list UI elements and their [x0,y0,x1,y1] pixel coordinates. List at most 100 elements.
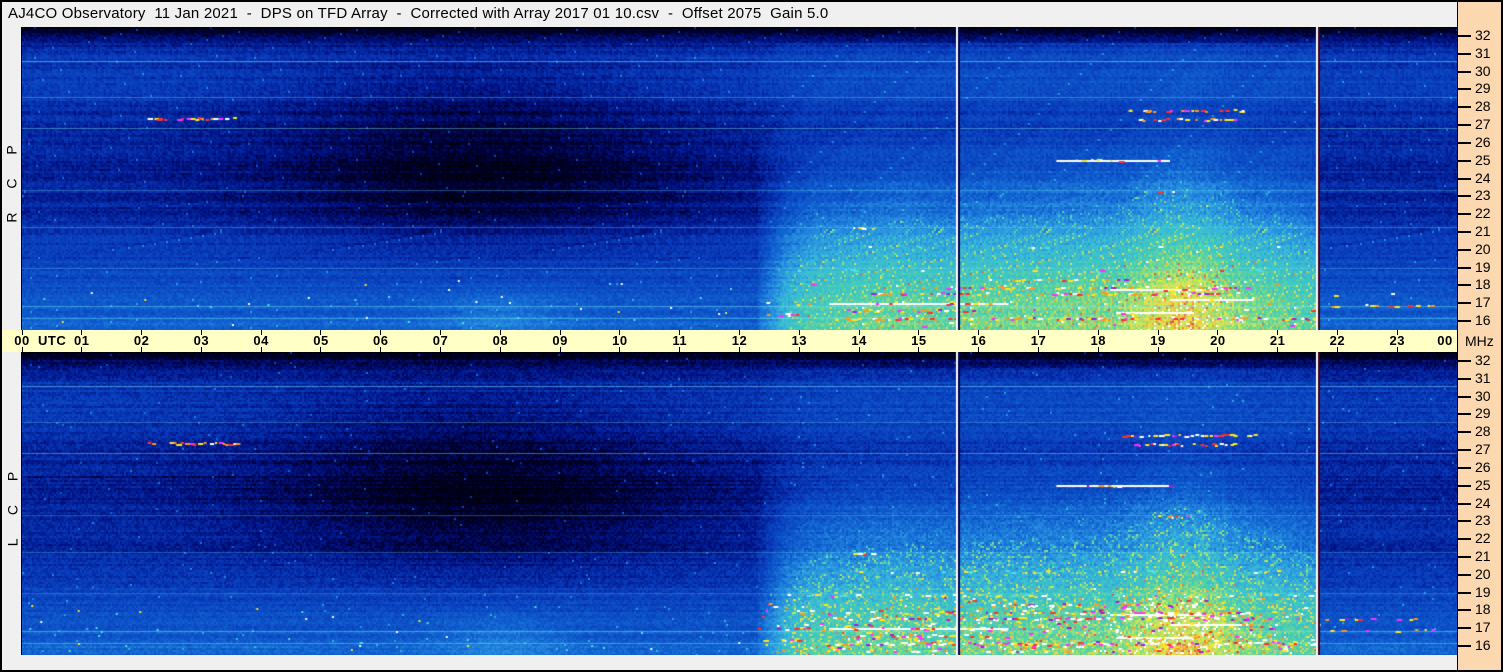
freq-tick-label: 16 [1475,312,1491,328]
lcp-spectrogram [21,352,1457,655]
time-tick-label: 05 [313,333,329,348]
freq-tick [1458,35,1471,37]
freq-tick [1458,360,1471,362]
time-tick-label: 04 [253,333,269,348]
freq-tick [1458,284,1471,286]
freq-tick-label: 26 [1475,134,1491,150]
freq-tick [1458,574,1471,576]
freq-tick-label: 28 [1475,98,1491,114]
freq-tick [1458,538,1471,540]
time-tick-label: 17 [1030,333,1047,348]
frequency-scale-rcp: 32 31 30 29 28 27 26 25 24 23 22 21 20 19 18 17 16 [1458,27,1501,330]
lcp-polarization-label: L C P [4,461,20,546]
time-tick-label: 06 [373,333,389,348]
time-tick-label: 22 [1329,333,1346,348]
time-tick-label: 03 [193,333,210,348]
freq-tick [1458,592,1471,594]
time-tick-label: 07 [432,333,449,348]
time-axis: 00 01 02 03 04 05 06 07 08 09 10 11 12 13 14 15 16 17 18 19… [2,330,1458,352]
freq-tick-label: 16 [1475,637,1491,653]
freq-tick [1458,520,1471,522]
time-tick-label: 16 [970,333,987,348]
freq-tick-label: 25 [1475,152,1491,168]
rcp-spectrogram [21,27,1457,330]
freq-tick-label: 19 [1475,584,1491,600]
freq-tick [1458,431,1471,433]
freq-tick [1458,413,1471,415]
freq-tick-label: 24 [1475,495,1491,511]
time-tick-label: 19 [1150,333,1166,348]
rcp-polarization-label: R C P [4,134,20,223]
time-tick-label: 08 [492,333,509,348]
freq-tick [1458,627,1471,629]
freq-tick [1458,267,1471,269]
freq-tick [1458,106,1471,108]
freq-tick-label: 27 [1475,116,1491,132]
freq-tick [1458,609,1471,611]
app-window: AJ4CO Observatory 11 Jan 2021 - DPS on T… [0,0,1503,672]
freq-tick [1458,231,1471,233]
freq-tick [1458,302,1471,304]
freq-tick-label: 27 [1475,441,1491,457]
frequency-scale-lcp: 32 31 30 29 28 27 26 25 24 23 22 21 20 19 18 17 16 [1458,352,1501,655]
freq-tick [1458,396,1471,398]
freq-tick [1458,53,1471,55]
time-tick-label: 14 [851,333,867,348]
freq-tick [1458,320,1471,322]
title-bar: AJ4CO Observatory 11 Jan 2021 - DPS on T… [2,2,1457,26]
time-unit-label: UTC [38,333,67,348]
freq-tick-label: 21 [1475,548,1491,564]
freq-tick [1458,503,1471,505]
freq-tick [1458,378,1471,380]
frequency-unit-label: MHz [1465,333,1494,349]
time-tick-label: 01 [74,333,90,348]
freq-tick [1458,213,1471,215]
freq-tick [1458,645,1471,647]
time-tick-label: 18 [1090,333,1106,348]
time-tick-label: 09 [552,333,568,348]
time-tick-label: 15 [911,333,927,348]
freq-tick-label: 17 [1475,294,1491,310]
freq-tick-label: 20 [1475,566,1491,582]
freq-tick-label: 32 [1475,352,1491,368]
freq-tick-label: 17 [1475,619,1491,635]
freq-tick [1458,124,1471,126]
freq-tick-label: 20 [1475,241,1491,257]
time-tick-label: 10 [612,333,628,348]
time-tick-label: 11 [672,333,688,348]
freq-tick [1458,467,1471,469]
freq-tick-label: 21 [1475,223,1491,239]
freq-tick-label: 18 [1475,276,1491,292]
freq-tick-label: 22 [1475,530,1491,546]
time-tick-label: 12 [731,333,748,348]
time-tick [1456,330,1458,335]
freq-tick-label: 30 [1475,63,1491,79]
freq-tick [1458,249,1471,251]
freq-tick [1458,195,1471,197]
freq-tick-label: 23 [1475,512,1491,528]
freq-tick [1458,178,1471,180]
freq-tick [1458,485,1471,487]
freq-tick-label: 26 [1475,459,1491,475]
time-tick-label: 13 [791,333,808,348]
freq-tick-label: 24 [1475,170,1491,186]
freq-tick-label: 19 [1475,259,1491,275]
freq-tick-label: 31 [1475,45,1491,61]
time-tick-label: 20 [1210,333,1226,348]
freq-tick [1458,88,1471,90]
freq-tick-label: 30 [1475,388,1491,404]
frequency-axis-column: 32 31 30 29 28 27 26 25 24 23 22 21 20 19 18 17 16 32 31 3… [1457,2,1501,670]
freq-tick [1458,142,1471,144]
freq-tick-label: 25 [1475,477,1491,493]
time-tick-label: 21 [1269,333,1286,348]
time-tick-label: 23 [1389,333,1405,348]
freq-tick [1458,556,1471,558]
freq-tick-label: 28 [1475,423,1491,439]
freq-tick-label: 23 [1475,187,1491,203]
window-title: AJ4CO Observatory 11 Jan 2021 - DPS on T… [8,5,829,22]
freq-tick-label: 31 [1475,370,1491,386]
freq-tick [1458,449,1471,451]
freq-tick [1458,71,1471,73]
time-tick-label: 02 [133,333,150,348]
freq-tick-label: 32 [1475,27,1491,43]
